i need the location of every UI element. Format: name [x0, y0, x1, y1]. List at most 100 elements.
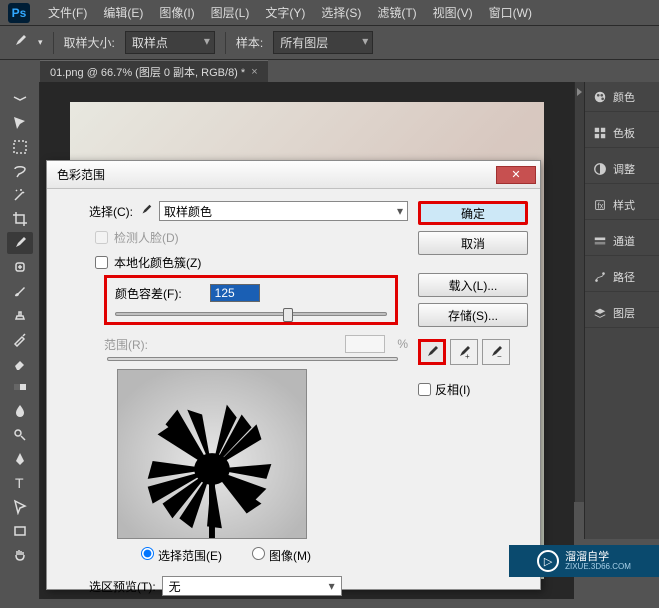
- toolbox: T: [0, 82, 40, 599]
- panel-paths[interactable]: 路径: [585, 262, 659, 292]
- range-slider: [107, 357, 398, 361]
- watermark-play-icon: ▷: [537, 550, 559, 572]
- menu-filter[interactable]: 滤镜(T): [369, 4, 424, 21]
- sample-label: 样本:: [236, 34, 263, 51]
- watermark-brand: 溜溜自学: [565, 551, 631, 563]
- fuzziness-slider[interactable]: [115, 312, 387, 316]
- sample-size-label: 取样大小:: [64, 34, 115, 51]
- dialog-title: 色彩范围: [57, 166, 105, 183]
- dialog-close-button[interactable]: ✕: [496, 166, 536, 184]
- detect-faces-label: 检测人脸(D): [114, 229, 179, 246]
- hand-tool[interactable]: [7, 544, 33, 566]
- lasso-tool[interactable]: [7, 160, 33, 182]
- eraser-tool[interactable]: [7, 352, 33, 374]
- range-unit: %: [397, 337, 408, 351]
- watermark-url: ZIXUE.3D66.COM: [565, 563, 631, 572]
- range-label: 范围(R):: [104, 336, 148, 353]
- eyedropper-tool[interactable]: [7, 232, 33, 254]
- dodge-tool[interactable]: [7, 424, 33, 446]
- panel-swatches-label: 色板: [613, 125, 635, 141]
- watermark: ▷ 溜溜自学 ZIXUE.3D66.COM: [509, 545, 659, 577]
- menu-file[interactable]: 文件(F): [40, 4, 95, 21]
- menu-type[interactable]: 文字(Y): [257, 4, 313, 21]
- panel-layers[interactable]: 图层: [585, 298, 659, 328]
- document-tab-title: 01.png @ 66.7% (图层 0 副本, RGB/8) *: [50, 64, 245, 80]
- panel-channels-label: 通道: [613, 233, 635, 249]
- panel-collapse-strip[interactable]: [574, 82, 584, 502]
- type-tool[interactable]: T: [7, 472, 33, 494]
- menu-image[interactable]: 图像(I): [151, 4, 202, 21]
- crop-tool[interactable]: [7, 208, 33, 230]
- menu-window[interactable]: 窗口(W): [481, 4, 540, 21]
- magic-wand-tool[interactable]: [7, 184, 33, 206]
- menu-select[interactable]: 选择(S): [313, 4, 369, 21]
- invert-label: 反相(I): [435, 381, 470, 398]
- ok-button[interactable]: 确定: [418, 201, 528, 225]
- menu-layer[interactable]: 图层(L): [203, 4, 258, 21]
- collapse-handle[interactable]: [7, 88, 33, 110]
- marquee-tool[interactable]: [7, 136, 33, 158]
- svg-text:fx: fx: [597, 201, 603, 210]
- svg-text:+: +: [465, 352, 470, 360]
- history-brush-tool[interactable]: [7, 328, 33, 350]
- detect-faces-checkbox: [95, 231, 108, 244]
- save-button[interactable]: 存储(S)...: [418, 303, 528, 327]
- panel-styles-label: 样式: [613, 197, 635, 213]
- radio-selection[interactable]: 选择范围(E): [141, 547, 222, 564]
- range-input: [345, 335, 385, 353]
- document-tab-close-icon[interactable]: ×: [251, 66, 257, 78]
- panel-layers-label: 图层: [613, 305, 635, 321]
- document-tab[interactable]: 01.png @ 66.7% (图层 0 副本, RGB/8) * ×: [40, 60, 268, 83]
- select-label: 选择(C):: [89, 203, 133, 220]
- preview-label: 选区预览(T):: [89, 578, 156, 595]
- eyedropper-tool-icon: [12, 33, 28, 52]
- eyedropper-group: + −: [418, 339, 528, 365]
- panel-channels[interactable]: 通道: [585, 226, 659, 256]
- path-selection-tool[interactable]: [7, 496, 33, 518]
- cancel-button[interactable]: 取消: [418, 231, 528, 255]
- panel-adjustments[interactable]: 调整: [585, 154, 659, 184]
- options-bar: ▾ 取样大小: 取样点 样本: 所有图层: [0, 26, 659, 60]
- gradient-tool[interactable]: [7, 376, 33, 398]
- panel-paths-label: 路径: [613, 269, 635, 285]
- selection-preview[interactable]: [117, 369, 307, 539]
- move-tool[interactable]: [7, 112, 33, 134]
- blur-tool[interactable]: [7, 400, 33, 422]
- menu-bar: Ps 文件(F) 编辑(E) 图像(I) 图层(L) 文字(Y) 选择(S) 滤…: [0, 0, 659, 26]
- color-range-dialog: 色彩范围 ✕ 选择(C): 取样颜色 检测人脸(D) 本地化颜色簇(Z) 颜色容…: [46, 160, 541, 590]
- menu-view[interactable]: 视图(V): [425, 4, 481, 21]
- sample-size-select[interactable]: 取样点: [125, 31, 215, 54]
- panel-color[interactable]: 颜色: [585, 82, 659, 112]
- svg-text:−: −: [497, 352, 502, 360]
- clone-stamp-tool[interactable]: [7, 304, 33, 326]
- eyedropper-add-icon[interactable]: +: [450, 339, 478, 365]
- dialog-titlebar[interactable]: 色彩范围 ✕: [47, 161, 540, 189]
- sample-select[interactable]: 所有图层: [273, 31, 373, 54]
- fuzziness-input[interactable]: 125: [210, 284, 260, 302]
- preview-flower-image: [118, 370, 306, 538]
- eyedropper-subtract-icon[interactable]: −: [482, 339, 510, 365]
- panel-styles[interactable]: fx 样式: [585, 190, 659, 220]
- select-dropdown[interactable]: 取样颜色: [159, 201, 408, 221]
- menu-edit[interactable]: 编辑(E): [95, 4, 151, 21]
- fuzziness-highlight: 颜色容差(F): 125: [104, 275, 398, 325]
- preview-select[interactable]: 无: [162, 576, 342, 596]
- dropdown-icon[interactable]: ▾: [38, 37, 43, 48]
- eyedropper-icon: [139, 203, 153, 220]
- localized-checkbox[interactable]: [95, 256, 108, 269]
- brush-tool[interactable]: [7, 280, 33, 302]
- eyedropper-sample-icon[interactable]: [418, 339, 446, 365]
- panel-adjustments-label: 调整: [613, 161, 635, 177]
- radio-image[interactable]: 图像(M): [252, 547, 311, 564]
- panel-swatches[interactable]: 色板: [585, 118, 659, 148]
- load-button[interactable]: 载入(L)...: [418, 273, 528, 297]
- app-logo: Ps: [8, 3, 30, 23]
- right-panel-dock: 颜色 色板 调整 fx 样式 通道 路径 图层: [584, 82, 659, 539]
- document-tab-bar: 01.png @ 66.7% (图层 0 副本, RGB/8) * ×: [40, 60, 268, 82]
- svg-text:T: T: [15, 475, 24, 491]
- panel-color-label: 颜色: [613, 89, 635, 105]
- rectangle-tool[interactable]: [7, 520, 33, 542]
- healing-brush-tool[interactable]: [7, 256, 33, 278]
- invert-checkbox[interactable]: [418, 383, 431, 396]
- pen-tool[interactable]: [7, 448, 33, 470]
